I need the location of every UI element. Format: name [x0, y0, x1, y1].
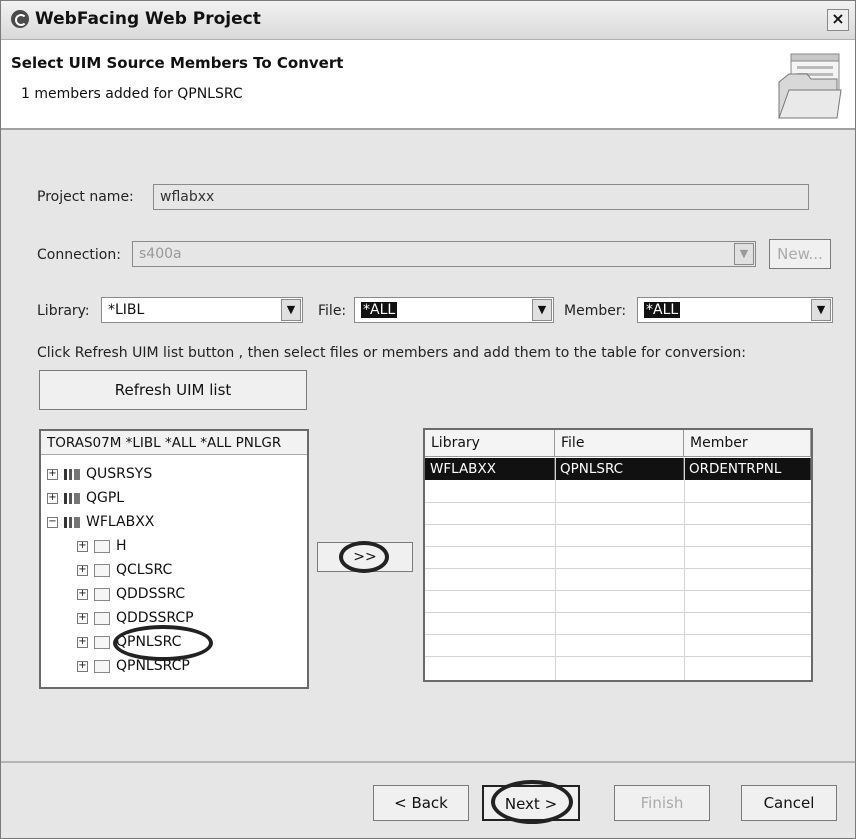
- tree-node-qusrsys[interactable]: + QUSRSYS: [47, 464, 152, 484]
- expand-icon[interactable]: +: [77, 588, 88, 600]
- column-header-member[interactable]: Member: [684, 430, 811, 457]
- refresh-uim-list-button[interactable]: Refresh UIM list: [39, 370, 307, 410]
- instructions-text: Click Refresh UIM list button , then sel…: [37, 345, 746, 361]
- library-icon: [64, 468, 80, 480]
- expand-icon[interactable]: +: [47, 468, 58, 480]
- member-dropdown[interactable]: *ALL: [637, 297, 833, 323]
- uim-tree-view[interactable]: TORAS07M *LIBL *ALL *ALL PNLGR + QUSRSYS …: [39, 429, 309, 689]
- library-dropdown-arrow-icon[interactable]: ▼: [281, 299, 301, 321]
- table-cell-member[interactable]: ORDENTRPNL: [684, 458, 811, 480]
- table-grid-line: [425, 656, 811, 657]
- footer-separator: [1, 761, 855, 763]
- tree-node-wflabxx[interactable]: − WFLABXX: [47, 512, 154, 532]
- page-title: Select UIM Source Members To Convert: [11, 54, 344, 72]
- connection-dropdown-arrow-icon[interactable]: ▼: [734, 243, 754, 265]
- member-dropdown-arrow-icon[interactable]: ▼: [811, 299, 831, 321]
- table-grid-line: [425, 590, 811, 591]
- file-value: *ALL: [361, 302, 398, 318]
- project-name-label: Project name:: [37, 189, 134, 205]
- expand-icon[interactable]: +: [77, 636, 88, 648]
- window-title: WebFacing Web Project: [35, 9, 261, 29]
- table-cell-library[interactable]: WFLABXX: [425, 458, 555, 480]
- tree-node-h[interactable]: + H: [77, 536, 127, 556]
- column-header-file[interactable]: File: [555, 430, 684, 457]
- table-grid-line: [425, 524, 811, 525]
- project-name-field[interactable]: wflabxx: [153, 184, 809, 210]
- expand-icon[interactable]: +: [47, 492, 58, 504]
- highlight-circle: [339, 541, 389, 573]
- library-icon: [64, 492, 80, 504]
- dialog-window: WebFacing Web Project × Select UIM Sourc…: [0, 0, 856, 839]
- column-header-library[interactable]: Library: [425, 430, 555, 457]
- table-grid-line: [425, 634, 811, 635]
- library-icon: [64, 516, 80, 528]
- expand-icon[interactable]: +: [77, 564, 88, 576]
- member-value: *ALL: [644, 302, 681, 318]
- source-file-icon: [94, 659, 110, 673]
- file-label: File:: [318, 303, 347, 319]
- source-file-icon: [94, 587, 110, 601]
- connection-label: Connection:: [37, 247, 121, 263]
- finish-button[interactable]: Finish: [614, 785, 710, 821]
- table-grid-line: [425, 546, 811, 547]
- library-value: *LIBL: [108, 302, 145, 318]
- source-file-icon: [94, 563, 110, 577]
- connection-dropdown[interactable]: s400a: [132, 241, 756, 267]
- member-label: Member:: [564, 303, 627, 319]
- table-grid-line: [684, 458, 685, 680]
- table-grid-line: [425, 568, 811, 569]
- tree-node-qgpl[interactable]: + QGPL: [47, 488, 124, 508]
- app-logo-icon: [11, 10, 29, 28]
- title-bar: WebFacing Web Project ×: [1, 1, 855, 40]
- folder-wizard-icon: [778, 53, 842, 119]
- cancel-button[interactable]: Cancel: [741, 785, 837, 821]
- file-dropdown[interactable]: *ALL: [354, 297, 554, 323]
- page-subtitle: 1 members added for QPNLSRC: [21, 86, 243, 102]
- expand-icon[interactable]: +: [77, 660, 88, 672]
- tree-node-qddssrc[interactable]: + QDDSSRC: [77, 584, 185, 604]
- table-cell-file[interactable]: QPNLSRC: [555, 458, 684, 480]
- highlight-circle: [491, 780, 573, 824]
- library-label: Library:: [37, 303, 90, 319]
- wizard-banner: Select UIM Source Members To Convert 1 m…: [1, 40, 855, 130]
- close-button[interactable]: ×: [827, 9, 849, 31]
- source-file-icon: [94, 539, 110, 553]
- tree-node-qclsrc[interactable]: + QCLSRC: [77, 560, 172, 580]
- highlight-circle: [113, 625, 213, 661]
- expand-icon[interactable]: +: [77, 612, 88, 624]
- source-file-icon: [94, 635, 110, 649]
- new-connection-button[interactable]: New...: [769, 239, 831, 269]
- source-file-icon: [94, 611, 110, 625]
- library-dropdown[interactable]: *LIBL: [101, 297, 303, 323]
- conversion-table[interactable]: Library File Member WFLABXX QPNLSRC ORDE…: [423, 428, 813, 682]
- expand-icon[interactable]: +: [77, 540, 88, 552]
- table-grid-line: [555, 458, 556, 680]
- tree-header: TORAS07M *LIBL *ALL *ALL PNLGR: [41, 431, 307, 455]
- table-grid-line: [425, 612, 811, 613]
- connection-value: s400a: [139, 246, 182, 262]
- table-grid-line: [425, 502, 811, 503]
- back-button[interactable]: < Back: [373, 785, 469, 821]
- file-dropdown-arrow-icon[interactable]: ▼: [532, 299, 552, 321]
- collapse-icon[interactable]: −: [47, 516, 58, 528]
